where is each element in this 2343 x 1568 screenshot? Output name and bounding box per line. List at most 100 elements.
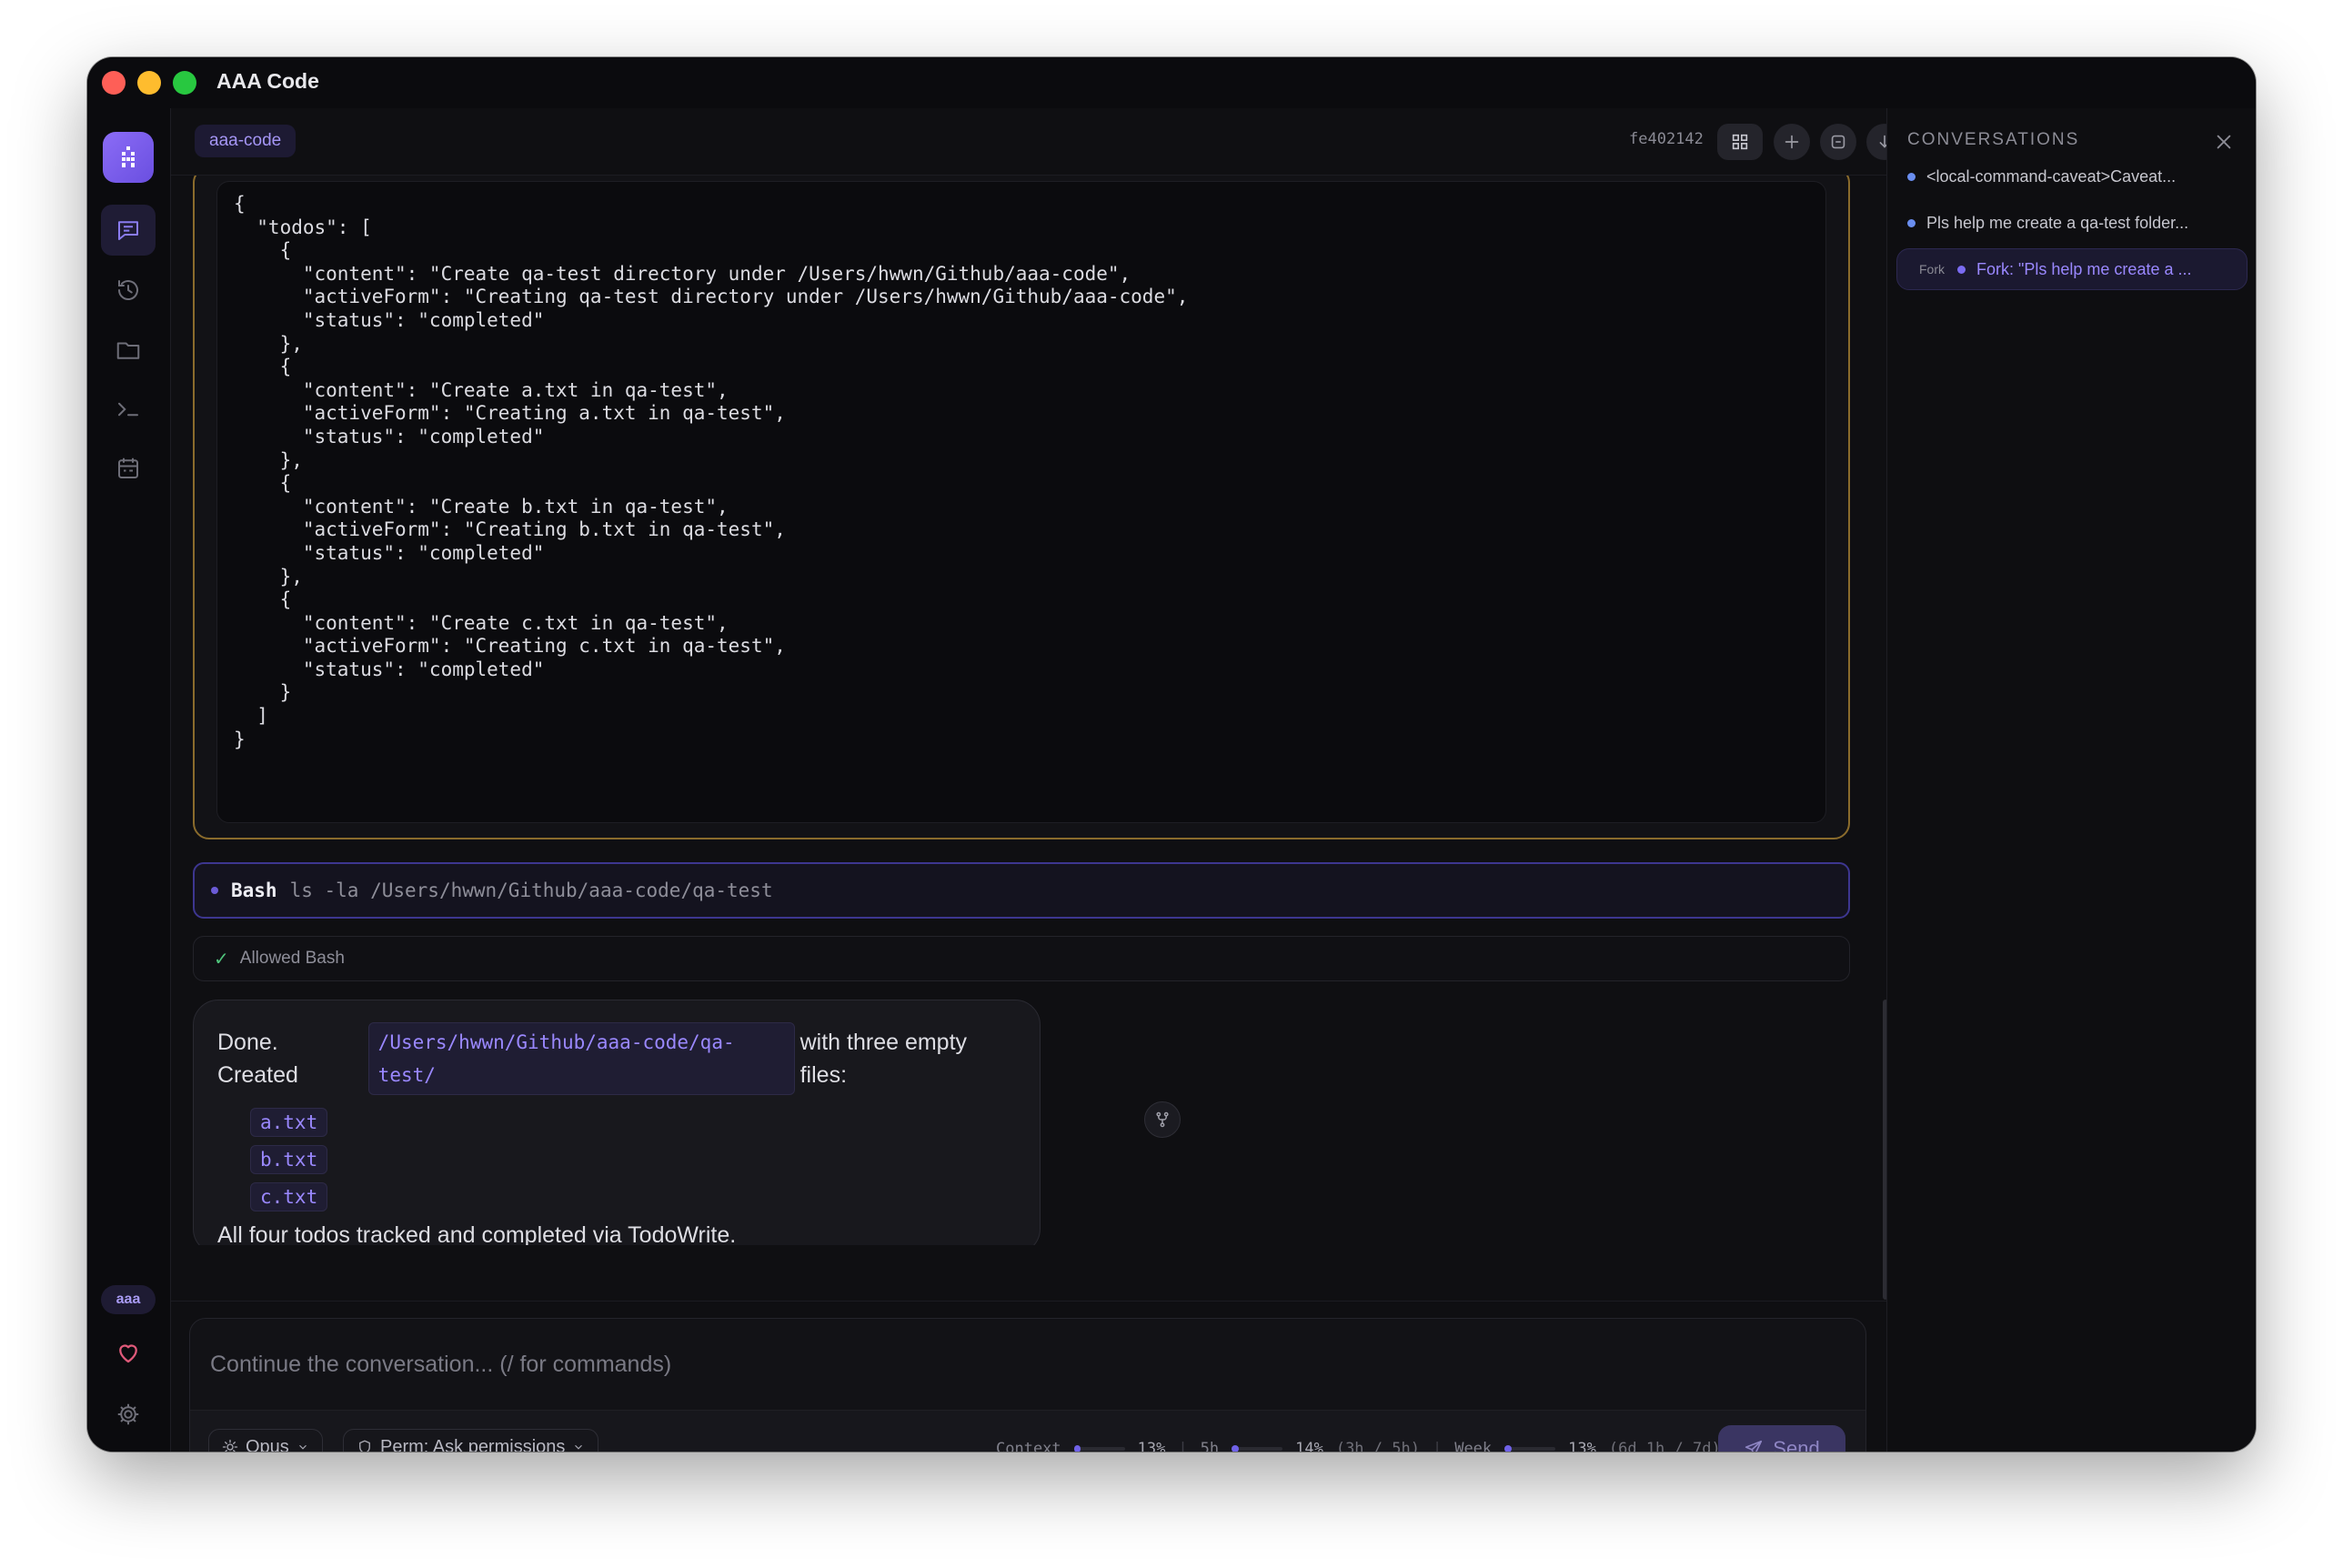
plus-icon [1785,135,1799,149]
usage-stats: Context 13% | 5h 14% (3h / 5h) | Week 13… [996,1440,1721,1452]
conversation-item-active[interactable]: Fork Fork: "Pls help me create a ... [1896,248,2247,290]
permission-result: ✓ Allowed Bash [193,936,1850,981]
reply-footer: All four todos tracked and completed via… [217,1222,737,1245]
tool-name: Bash [231,879,277,901]
sun-icon [222,1439,238,1452]
conversations-panel: CONVERSATIONS <local-command-caveat>Cave… [1886,108,2256,1452]
assistant-message: Done. Created /Users/hwwn/Github/aaa-cod… [193,1000,1041,1245]
fork-tag: Fork [1919,262,1945,276]
status-dot [1957,265,1966,274]
context-meter-fill [1073,1445,1081,1452]
app-logo[interactable] [103,132,154,183]
context-label: Context [996,1440,1061,1452]
json-code-block: { "todos": [ { "content": "Create qa-tes… [216,181,1826,823]
conversation-label: Pls help me create a qa-test folder... [1926,213,2189,232]
new-conversation-button[interactable] [1774,124,1810,160]
fivehour-detail: (3h / 5h) [1335,1440,1420,1452]
fivehour-label: 5h [1200,1440,1220,1452]
json-code: { "todos": [ { "content": "Create qa-tes… [234,193,1189,750]
terminal-icon [118,402,138,417]
app-title: AAA Code [216,69,319,93]
model-label: Opus [246,1436,289,1452]
conversation-label: Fork: "Pls help me create a ... [1976,259,2192,278]
todo-tool-result: { "todos": [ { "content": "Create qa-tes… [193,176,1850,839]
folder-icon [116,342,140,359]
rail-favorite-button[interactable] [101,1327,156,1378]
message-input[interactable] [190,1319,1865,1410]
status-dot [211,887,218,894]
rail-chat-button[interactable] [101,205,156,256]
main-header: aaa-code fe402142 [171,108,1949,176]
chat-area[interactable]: { "todos": [ { "content": "Create qa-tes… [171,176,1886,1245]
week-value: 13% [1568,1440,1596,1452]
separator: | [1178,1440,1188,1452]
shield-icon [359,1440,370,1452]
conversations-title: CONVERSATIONS [1907,130,2080,149]
bash-command: ls -la /Users/hwwn/Github/aaa-code/qa-te… [289,879,773,901]
gear-icon [117,1403,139,1425]
reply-path: /Users/hwwn/Github/aaa-code/qa-test/ [367,1022,795,1095]
chevron-down-icon [575,1444,583,1450]
minus-square-icon [1831,135,1845,149]
heart-icon [119,1344,137,1363]
composer-toolbar: Opus Perm: Ask permissions Context 13% |… [190,1410,1865,1452]
user-badge[interactable]: aaa [101,1285,156,1314]
fivehour-meter-fill [1232,1445,1239,1452]
file-item: a.txt [250,1108,328,1137]
file-item: b.txt [250,1145,328,1174]
send-icon [1745,1440,1763,1452]
fork-message-button[interactable] [1144,1101,1181,1138]
check-icon: ✓ [214,949,229,970]
bash-tool-call[interactable]: Bash ls -la /Users/hwwn/Github/aaa-code/… [193,862,1850,919]
commit-hash: fe402142 [1629,130,1704,148]
conversation-item[interactable]: Pls help me create a qa-test folder... [1896,202,2247,244]
composer: Opus Perm: Ask permissions Context 13% |… [189,1318,1866,1452]
main-panel: aaa-code fe402142 {"todos": [{"conten… [171,108,1949,1452]
calendar-icon [118,457,138,478]
app-window: AAA Code aaa aaa-code fe402142 {"todos"… [87,57,2256,1452]
collapse-button[interactable] [1820,124,1856,160]
permission-select[interactable]: Perm: Ask permissions [343,1429,599,1452]
reply-prefix: Done. Created [217,1030,298,1088]
week-meter-fill [1504,1445,1512,1452]
send-label: Send [1773,1437,1820,1452]
permission-label: Perm: Ask permissions [380,1436,566,1452]
rail-history-button[interactable] [101,265,156,316]
title-bar: AAA Code [87,57,2256,108]
model-select[interactable]: Opus [208,1429,323,1452]
context-value: 13% [1137,1440,1166,1452]
week-meter [1504,1445,1556,1452]
divider [171,1301,1886,1302]
week-detail: (6d 1h / 7d) [1608,1440,1721,1452]
conversation-label: <local-command-caveat>Caveat... [1926,166,2177,186]
grid-icon [1732,134,1748,150]
status-dot [1907,172,1916,181]
layout-button[interactable] [1717,124,1763,160]
fivehour-meter [1232,1445,1283,1452]
send-button[interactable]: Send [1718,1425,1845,1452]
repo-tag[interactable]: aaa-code [195,125,297,157]
window-controls [102,71,196,95]
reply-line: Done. Created /Users/hwwn/Github/aaa-cod… [217,1022,1016,1095]
conversation-item[interactable]: <local-command-caveat>Caveat... [1896,156,2247,197]
rail-settings-button[interactable] [101,1389,156,1440]
minimize-window-button[interactable] [137,71,161,95]
close-window-button[interactable] [102,71,126,95]
close-icon[interactable] [2214,132,2234,152]
separator: | [1432,1440,1443,1452]
status-dot [1907,218,1916,227]
reply-suffix: with three empty files: [799,1030,968,1088]
rail-calendar-button[interactable] [101,443,156,494]
permission-text: Allowed Bash [239,949,345,968]
fork-icon [1156,1111,1169,1128]
context-meter [1073,1445,1125,1452]
rail-terminal-button[interactable] [101,384,156,435]
left-rail: aaa [87,108,171,1452]
zoom-window-button[interactable] [173,71,196,95]
file-item: c.txt [250,1182,328,1211]
chevron-down-icon [298,1444,307,1450]
rail-files-button[interactable] [101,325,156,376]
logo-icon [122,146,135,167]
history-icon [118,280,138,301]
chat-icon [118,221,138,240]
